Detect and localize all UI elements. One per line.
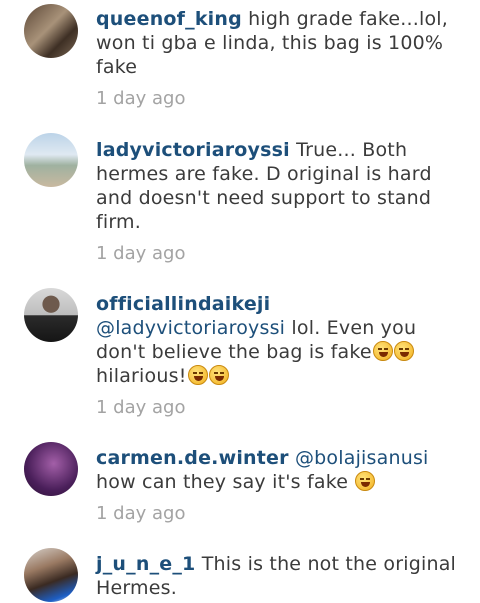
comment-username[interactable]: queenof_king: [96, 8, 242, 30]
comment-timestamp: 1 day ago: [96, 88, 186, 109]
comment-timestamp: 1 day ago: [96, 397, 186, 418]
comment-body: carmen.de.winter @bolajisanusi how can t…: [96, 446, 466, 524]
comments-list: queenof_king high grade fake...lol, won …: [0, 0, 480, 603]
comment-body: officiallindaikeji @ladyvictoriaroyssi l…: [96, 292, 466, 418]
grinning-face-icon: [372, 341, 393, 361]
grinning-face-icon: [208, 365, 229, 385]
comment-body: j_u_n_e_1 This is the not the original H…: [96, 552, 466, 600]
avatar[interactable]: [24, 288, 78, 342]
laughing-face-icon: [355, 471, 376, 491]
comment-body: ladyvictoriaroyssi True... Both hermes a…: [96, 138, 466, 264]
avatar[interactable]: [24, 548, 78, 602]
avatar[interactable]: [24, 442, 78, 496]
comment-text: hilarious!: [96, 365, 187, 387]
comment-text: how can they say it's fake: [96, 471, 349, 493]
comment-username[interactable]: officiallindaikeji: [96, 293, 270, 315]
avatar[interactable]: [24, 133, 78, 187]
comment-username[interactable]: j_u_n_e_1: [96, 553, 195, 575]
comment-mention[interactable]: @bolajisanusi: [295, 447, 429, 469]
comment-username[interactable]: ladyvictoriaroyssi: [96, 139, 290, 161]
grinning-face-icon: [393, 341, 414, 361]
avatar[interactable]: [24, 4, 78, 58]
comment-mention[interactable]: @ladyvictoriaroyssi: [96, 317, 285, 339]
grinning-face-icon: [187, 365, 208, 385]
comment-username[interactable]: carmen.de.winter: [96, 447, 289, 469]
comment-body: queenof_king high grade fake...lol, won …: [96, 7, 466, 109]
comment-timestamp: 1 day ago: [96, 243, 186, 264]
comment-timestamp: 1 day ago: [96, 503, 186, 524]
